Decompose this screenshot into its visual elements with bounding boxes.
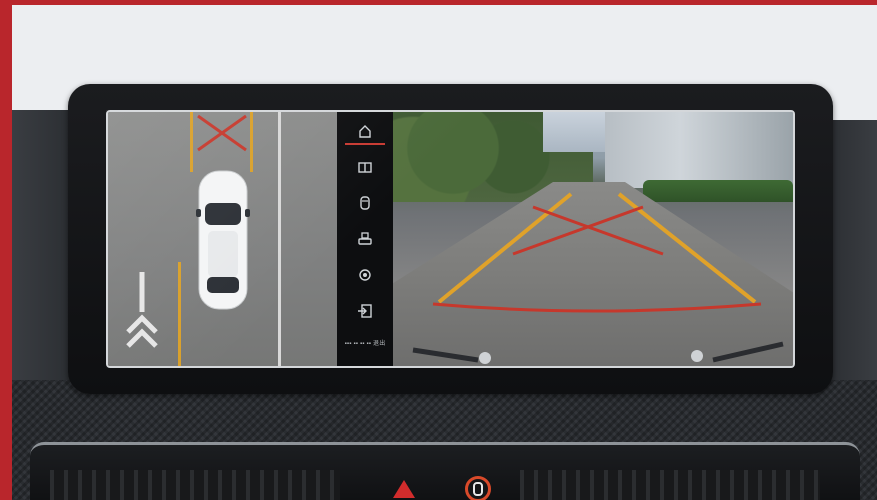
car-icon — [473, 482, 483, 496]
home-view-icon[interactable] — [337, 116, 393, 146]
lane-line — [178, 262, 181, 366]
surround-top-view[interactable] — [108, 112, 337, 366]
lane-line — [278, 112, 281, 366]
brand-frame-left — [0, 0, 12, 500]
front-camera-icon[interactable] — [337, 188, 393, 218]
camera-view-menu: ▪▪▪ ▪▪ ▪▪ ▪▪ 退出 — [337, 112, 393, 366]
rear-guide-cross — [197, 114, 247, 152]
parking-camera-button[interactable] — [465, 476, 491, 500]
road-arrow-marking — [126, 272, 158, 348]
settings-gear-icon[interactable] — [337, 260, 393, 290]
rear-car-icon[interactable] — [337, 224, 393, 254]
dashboard-trim-left — [12, 110, 74, 400]
brand-frame-top — [0, 0, 877, 5]
lane-line — [190, 112, 193, 172]
parking-guidelines — [412, 192, 784, 364]
menu-caption: ▪▪▪ ▪▪ ▪▪ ▪▪ 退出 — [344, 341, 386, 347]
active-tab-indicator — [345, 143, 385, 145]
vent-slats-left — [50, 470, 340, 500]
vent-slats-right — [520, 470, 820, 500]
exit-icon[interactable] — [337, 296, 393, 326]
hazard-button-icon[interactable] — [393, 480, 415, 498]
rear-camera-view[interactable] — [393, 112, 793, 366]
car-top-view — [196, 167, 250, 313]
dashboard-trim-right — [826, 120, 877, 400]
infotainment-screen: ▪▪▪ ▪▪ ▪▪ ▪▪ 退出 — [106, 110, 795, 368]
split-view-icon[interactable] — [337, 152, 393, 182]
